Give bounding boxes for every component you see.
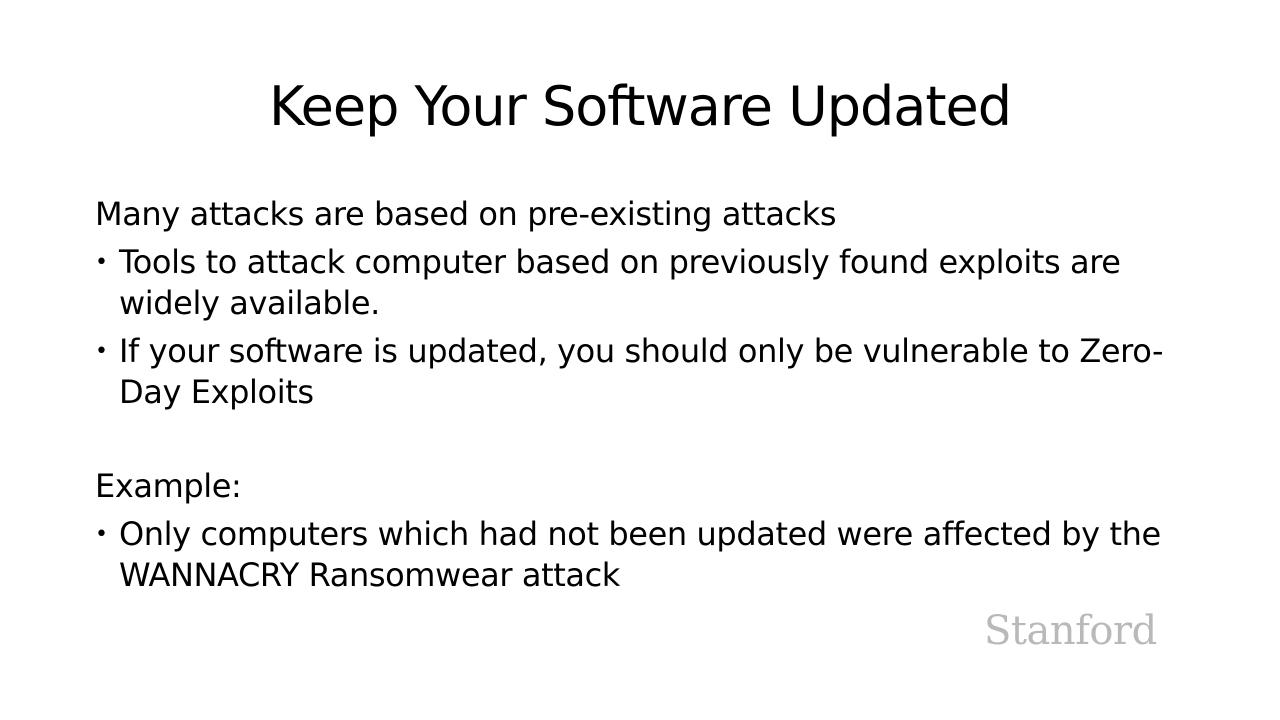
slide-content: Many attacks are based on pre-existing a… — [95, 192, 1195, 603]
slide: Keep Your Software Updated Many attacks … — [0, 0, 1280, 720]
bullet-item: • Tools to attack computer based on prev… — [95, 242, 1195, 324]
bullet-icon: • — [95, 522, 108, 547]
bullet-item: • Only computers which had not been upda… — [95, 514, 1195, 596]
bullet-text: Tools to attack computer based on previo… — [119, 243, 1121, 322]
section-heading: Example: — [95, 467, 242, 505]
bullet-icon: • — [95, 339, 108, 364]
section-heading: Many attacks are based on pre-existing a… — [95, 195, 837, 233]
bullet-icon: • — [95, 250, 108, 275]
bullet-text: If your software is updated, you should … — [119, 332, 1164, 411]
bullet-item: • If your software is updated, you shoul… — [95, 331, 1195, 413]
bullet-text: Only computers which had not been update… — [119, 515, 1161, 594]
slide-title: Keep Your Software Updated — [268, 75, 1012, 138]
stanford-logo: Stanford — [984, 608, 1157, 654]
